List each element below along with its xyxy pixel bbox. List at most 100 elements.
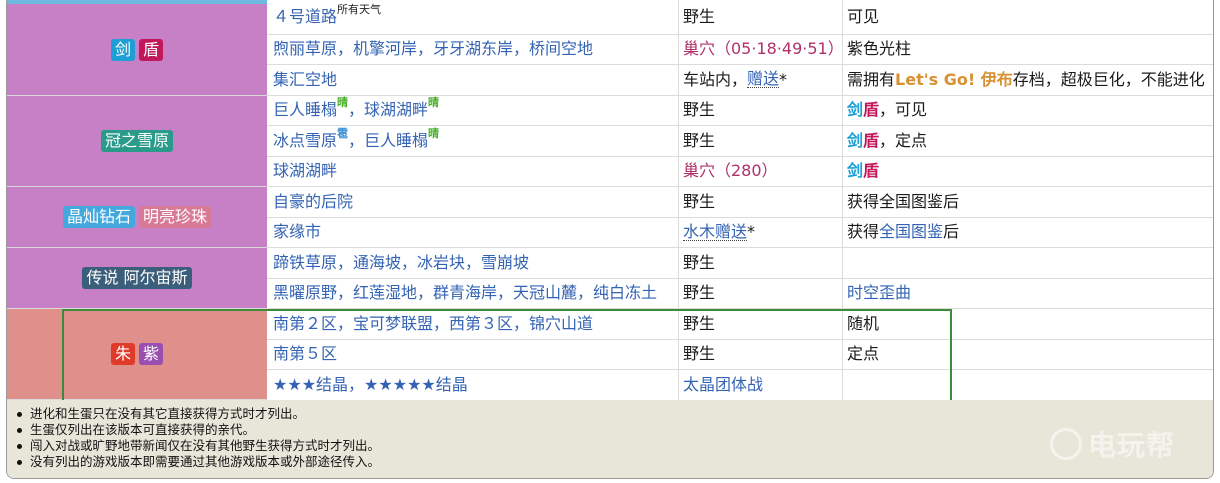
- note-text: ，可见: [879, 100, 928, 120]
- method-cell: 野生: [679, 95, 843, 125]
- location-link[interactable]: 南第５区: [273, 344, 337, 364]
- location-link[interactable]: 黑曜原野，红莲湿地，群青海岸，天冠山麓，纯白冻土: [273, 283, 657, 303]
- location-link[interactable]: ４号道路: [273, 7, 337, 27]
- method-cell: 野生: [679, 126, 843, 156]
- note-cell: 剑盾，定点: [843, 126, 1213, 156]
- location-link[interactable]: 蹄铁草原，通海坡，冰岩块，雪崩坡: [273, 253, 529, 273]
- location-cell: 蹄铁草原，通海坡，冰岩块，雪崩坡: [267, 248, 679, 278]
- badge-sword[interactable]: 剑: [110, 38, 135, 61]
- location-cell: 集汇空地: [267, 65, 679, 95]
- location-cell: 冰点雪原雹，巨人睡榻晴: [267, 126, 679, 156]
- sword-mark: 剑: [847, 161, 864, 181]
- shield-mark: 盾: [863, 130, 880, 150]
- location-grid: ４号道路 所有天气 野生 可见 煦丽草原，机擎河岸，牙牙湖东岸，桥间空地 巢穴（0…: [267, 0, 1213, 401]
- letsgo-link[interactable]: Let's Go! 伊布: [895, 70, 1013, 90]
- table-row: ★★★结晶，★★★★★结晶 太晶团体战: [267, 370, 1213, 401]
- table-row: 球湖湖畔 巢穴（280） 剑盾: [267, 156, 1213, 187]
- bullet-icon: [17, 427, 22, 433]
- note-text: 后: [943, 222, 960, 242]
- method-cell: 野生: [679, 339, 843, 369]
- location-link[interactable]: 家缘市: [273, 222, 321, 242]
- note-cell: 随机: [847, 313, 880, 333]
- weather-sunny: 晴: [428, 126, 440, 140]
- note-cell: 获得全国图鉴后: [843, 218, 1213, 248]
- national-dex-link[interactable]: 全国图鉴: [879, 222, 943, 242]
- table-row: 集汇空地 车站内， 赠送 * 需拥有 Let's Go! 伊布 存档，超极巨化，不能进化: [267, 65, 1213, 96]
- watermark-logo-icon: [1049, 428, 1082, 460]
- note-cell: [843, 370, 1213, 400]
- bullet-icon: [17, 443, 22, 449]
- footnote-item: 闯入对战或旷野地带新闻仅在没有其他野生获得方式时才列出。: [17, 438, 1213, 454]
- table-row: ４号道路 所有天气 野生 可见: [267, 0, 1213, 35]
- method-cell: 野生: [679, 248, 843, 278]
- gift-link[interactable]: 赠送: [747, 71, 780, 89]
- location-cell: 球湖湖畔: [267, 156, 679, 186]
- method-cell: 巢穴（05·18·49·51）: [679, 34, 843, 64]
- availability-table: 剑盾 冠之雪原 晶灿钻石 明亮珍珠 传说 阿尔宙斯 朱紫 ４号道路 所有天气 野生 …: [6, 0, 1214, 479]
- table-row: 黑曜原野，红莲湿地，群青海岸，天冠山麓，纯白冻土 野生 时空歪曲: [267, 278, 1213, 309]
- location-cell: 南第２区，宝可梦联盟，西第３区，锦穴山道: [267, 309, 679, 339]
- table-row: 自豪的后院 野生 获得全国图鉴后: [267, 187, 1213, 218]
- badge-brilliant-diamond[interactable]: 晶灿钻石: [62, 206, 135, 228]
- badge-legends-arceus[interactable]: 传说 阿尔宙斯: [82, 267, 192, 289]
- badge-shining-pearl[interactable]: 明亮珍珠: [139, 206, 212, 228]
- footnote-mark: *: [747, 222, 756, 242]
- badge-scarlet[interactable]: 朱: [110, 343, 135, 365]
- location-link[interactable]: 球湖湖畔: [273, 161, 337, 181]
- weather-hail: 雹: [337, 126, 349, 140]
- footnote-text: 进化和生蛋只在没有其它直接获得方式时才列出。: [30, 406, 306, 421]
- location-link[interactable]: 巨人睡榻: [273, 100, 337, 120]
- footnote-text: 闯入对战或旷野地带新闻仅在没有其他野生获得方式时才列出。: [30, 438, 381, 453]
- note-cell: 需拥有 Let's Go! 伊布 存档，超极巨化，不能进化: [843, 65, 1213, 95]
- method-cell: 野生: [679, 309, 843, 339]
- location-link[interactable]: ，巨人睡榻: [348, 131, 428, 151]
- location-link[interactable]: 煦丽草原，机擎河岸，牙牙湖东岸，桥间空地: [273, 39, 593, 59]
- space-time-distortion-link[interactable]: 时空歪曲: [847, 283, 911, 303]
- note-cell: 定点: [847, 344, 880, 364]
- note-cell: 紫色光柱: [847, 39, 912, 59]
- table-row: 南第５区 野生 定点: [267, 339, 1213, 370]
- watermark-text: 电玩帮: [1087, 429, 1175, 462]
- location-link[interactable]: ，球湖湖畔: [348, 100, 428, 120]
- location-link[interactable]: 集汇空地: [273, 70, 337, 90]
- table-row: 巨人睡榻晴，球湖湖畔晴 野生 剑盾，可见: [267, 95, 1213, 126]
- group-crown-tundra: 冠之雪原: [7, 96, 267, 187]
- tera-raid-link[interactable]: 太晶团体战: [683, 375, 763, 395]
- method-cell: 太晶团体战: [679, 370, 843, 400]
- footnote-mark: *: [779, 69, 788, 89]
- sword-mark: 剑: [847, 100, 864, 120]
- note-cell: 剑盾，可见: [843, 96, 1213, 126]
- location-link[interactable]: 自豪的后院: [273, 192, 353, 212]
- bullet-icon: [17, 459, 22, 465]
- badge-violet[interactable]: 紫: [139, 343, 164, 365]
- shield-mark: 盾: [863, 100, 880, 120]
- location-link[interactable]: 冰点雪原: [273, 131, 337, 151]
- footnote-item: 没有列出的游戏版本即需要通过其他游戏版本或外部途径传入。: [17, 454, 1213, 470]
- footnote-item: 进化和生蛋只在没有其它直接获得方式时才列出。: [17, 406, 1213, 422]
- tera-crystal-link[interactable]: ★★★结晶，★★★★★结晶: [273, 375, 468, 395]
- location-cell: 煦丽草原，机擎河岸，牙牙湖东岸，桥间空地: [267, 34, 679, 64]
- badge-crown-tundra[interactable]: 冠之雪原: [100, 130, 173, 152]
- location-cell: 黑曜原野，红莲湿地，群青海岸，天冠山麓，纯白冻土: [267, 278, 679, 308]
- table-row: 南第２区，宝可梦联盟，西第３区，锦穴山道 野生 随机: [267, 309, 1213, 340]
- footnote-item: 生蛋仅列出在该版本可直接获得的亲代。: [17, 422, 1213, 438]
- location-cell: 家缘市: [267, 217, 679, 247]
- den-link[interactable]: 巢穴（05·18·49·51）: [683, 39, 842, 59]
- table-row: 蹄铁草原，通海坡，冰岩块，雪崩坡 野生: [267, 248, 1213, 279]
- note-text: 存档，超极巨化，不能进化: [1012, 69, 1205, 89]
- method-cell: 野生: [679, 0, 843, 34]
- weather-sunny: 晴: [337, 96, 349, 110]
- method-cell: 野生: [679, 278, 843, 308]
- footnote-text: 生蛋仅列出在该版本可直接获得的亲代。: [30, 422, 256, 437]
- group-scarlet-violet: 朱紫: [7, 309, 267, 400]
- note-text: ，定点: [879, 130, 928, 150]
- note-cell: 获得全国图鉴后: [847, 191, 960, 211]
- location-cell: ４号道路 所有天气: [267, 0, 679, 34]
- den-link[interactable]: 巢穴（280）: [683, 161, 778, 181]
- location-link[interactable]: 南第２区，宝可梦联盟，西第３区，锦穴山道: [273, 314, 593, 334]
- shield-mark: 盾: [863, 161, 880, 181]
- location-cell: 巨人睡榻晴，球湖湖畔晴: [267, 95, 679, 125]
- note-cell: 时空歪曲: [843, 279, 1213, 309]
- gift-link[interactable]: 水木赠送: [683, 223, 748, 241]
- badge-shield[interactable]: 盾: [139, 38, 164, 61]
